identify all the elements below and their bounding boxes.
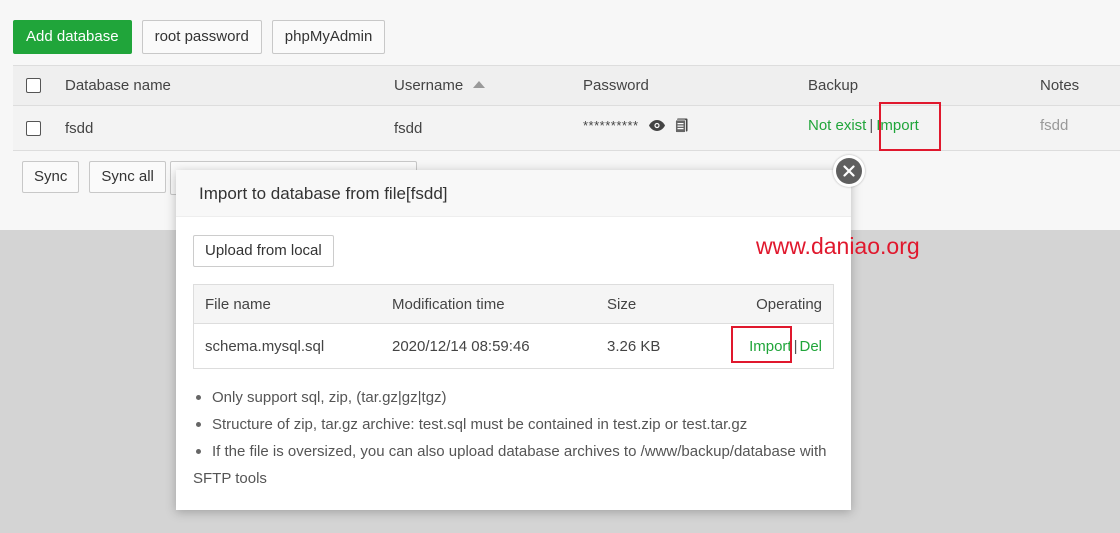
sync-all-button[interactable]: Sync all — [89, 161, 166, 193]
header-size: Size — [607, 295, 637, 313]
watermark-text: www.daniao.org — [756, 233, 920, 259]
row-database-name: fsdd — [65, 119, 94, 137]
header-password: Password — [583, 77, 649, 94]
note-item: Only support sql, zip, (tar.gz|gz|tgz) — [193, 384, 833, 411]
header-notes: Notes — [1040, 77, 1080, 94]
header-operating: Operating — [756, 295, 822, 313]
file-name-cell: schema.mysql.sql — [205, 337, 325, 355]
close-dialog-button[interactable] — [833, 155, 865, 187]
phpmyadmin-button[interactable]: phpMyAdmin — [271, 20, 386, 54]
sort-ascending-icon — [473, 80, 486, 88]
size-cell: 3.26 KB — [607, 337, 661, 355]
highlight-box-file-import — [731, 326, 792, 363]
bottom-action-bar: Sync Sync all — [22, 161, 166, 193]
backup-status-link[interactable]: Not exist — [808, 117, 866, 134]
modification-time-cell: 2020/12/14 08:59:46 — [392, 337, 530, 355]
copy-icon[interactable] — [674, 118, 688, 133]
row-notes[interactable]: fsdd — [1040, 103, 1068, 147]
backup-separator: | — [869, 116, 874, 134]
highlight-box-row-import — [879, 102, 941, 151]
root-password-button[interactable]: root password — [141, 20, 262, 54]
header-database-name[interactable]: Database name — [65, 66, 171, 105]
header-username-label: Username — [394, 77, 464, 94]
operating-separator: | — [793, 337, 798, 355]
upload-from-local-button[interactable]: Upload from local — [193, 235, 334, 267]
row-username: fsdd — [394, 119, 423, 137]
bullet-icon — [196, 395, 201, 400]
eye-icon[interactable] — [648, 119, 665, 131]
database-toolbar: Add database root password phpMyAdmin — [13, 20, 386, 54]
sync-button[interactable]: Sync — [22, 161, 80, 193]
note-item-continued: SFTP tools — [193, 470, 267, 487]
database-table-header: Database name Username Password Backup N… — [13, 66, 1120, 106]
header-file-name: File name — [205, 295, 271, 313]
header-username[interactable]: Username — [394, 66, 486, 105]
note-item: If the file is oversized, you can also u… — [193, 438, 833, 465]
bullet-icon — [196, 449, 201, 454]
file-delete-link[interactable]: Del — [799, 338, 822, 355]
header-modification-time: Modification time — [392, 295, 505, 313]
database-table: Database name Username Password Backup N… — [13, 65, 1120, 151]
note-item: Structure of zip, tar.gz archive: test.s… — [193, 411, 833, 438]
file-table-header: File name Modification time Size Operati… — [194, 285, 833, 324]
add-database-button[interactable]: Add database — [13, 20, 132, 54]
close-icon — [836, 158, 862, 184]
select-all-checkbox[interactable] — [26, 78, 41, 93]
bullet-icon — [196, 422, 201, 427]
password-masked: ********** — [583, 117, 639, 133]
import-dialog: Import to database from file[fsdd] Uploa… — [176, 170, 851, 510]
notes-list: Only support sql, zip, (tar.gz|gz|tgz) S… — [193, 384, 833, 492]
row-checkbox[interactable] — [26, 120, 41, 136]
row-password: ********** — [583, 103, 688, 147]
dialog-title: Import to database from file[fsdd] — [176, 170, 851, 217]
header-backup: Backup — [808, 77, 859, 94]
table-row: fsdd fsdd ********** Not exist | Import — [13, 106, 1120, 151]
